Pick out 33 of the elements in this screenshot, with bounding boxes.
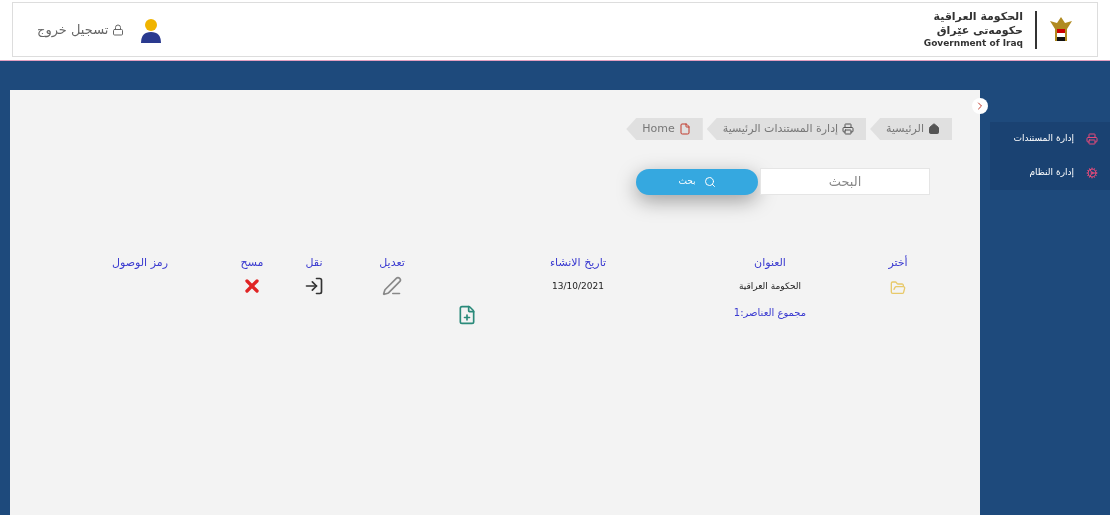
search-field[interactable]: البحث (760, 168, 930, 195)
brand-text: حكومەتی عێراق (936, 23, 1023, 38)
user-icon (140, 16, 163, 43)
lock-icon (112, 23, 125, 36)
breadcrumb-item[interactable]: إدارة المستندات الرئيسية (706, 118, 867, 140)
logout-link[interactable]: تسجيل خروج (37, 19, 125, 40)
column-header: نقل (305, 255, 323, 271)
gear-icon (1086, 167, 1098, 179)
brand-text: الحكومة العراقية (933, 10, 1023, 24)
pen-icon[interactable] (382, 275, 402, 296)
column-header: أختر (888, 255, 908, 271)
move-icon[interactable] (304, 275, 324, 296)
file-icon (678, 123, 691, 135)
sidebar-item[interactable]: إدارة النظام (990, 156, 1110, 190)
brand-text: Government of Iraq (923, 37, 1023, 49)
breadcrumb-item[interactable]: الرئيسية (870, 118, 952, 140)
item-count: مجموع العناصر:1 (733, 306, 807, 320)
printer-icon (842, 123, 855, 135)
collapse-button[interactable] (972, 98, 988, 114)
add-file-icon[interactable] (457, 305, 477, 325)
home-icon (928, 123, 940, 135)
table-cell: 13/10/2021 (552, 279, 604, 293)
column-header: تعديل (379, 255, 405, 271)
sidebar-item[interactable]: إدارة المستندات (990, 122, 1110, 156)
column-header: رمز الوصول (112, 255, 168, 271)
column-header: مسح (240, 255, 264, 271)
column-header: العنوان (754, 255, 786, 271)
printer-icon (1086, 133, 1098, 145)
search-button[interactable]: بحث (636, 168, 758, 195)
search-icon (703, 175, 716, 188)
column-header: تاريخ الانشاء (549, 255, 607, 271)
breadcrumb-item[interactable]: Home (626, 118, 703, 140)
table-cell: الحكومة العراقية (738, 279, 802, 293)
